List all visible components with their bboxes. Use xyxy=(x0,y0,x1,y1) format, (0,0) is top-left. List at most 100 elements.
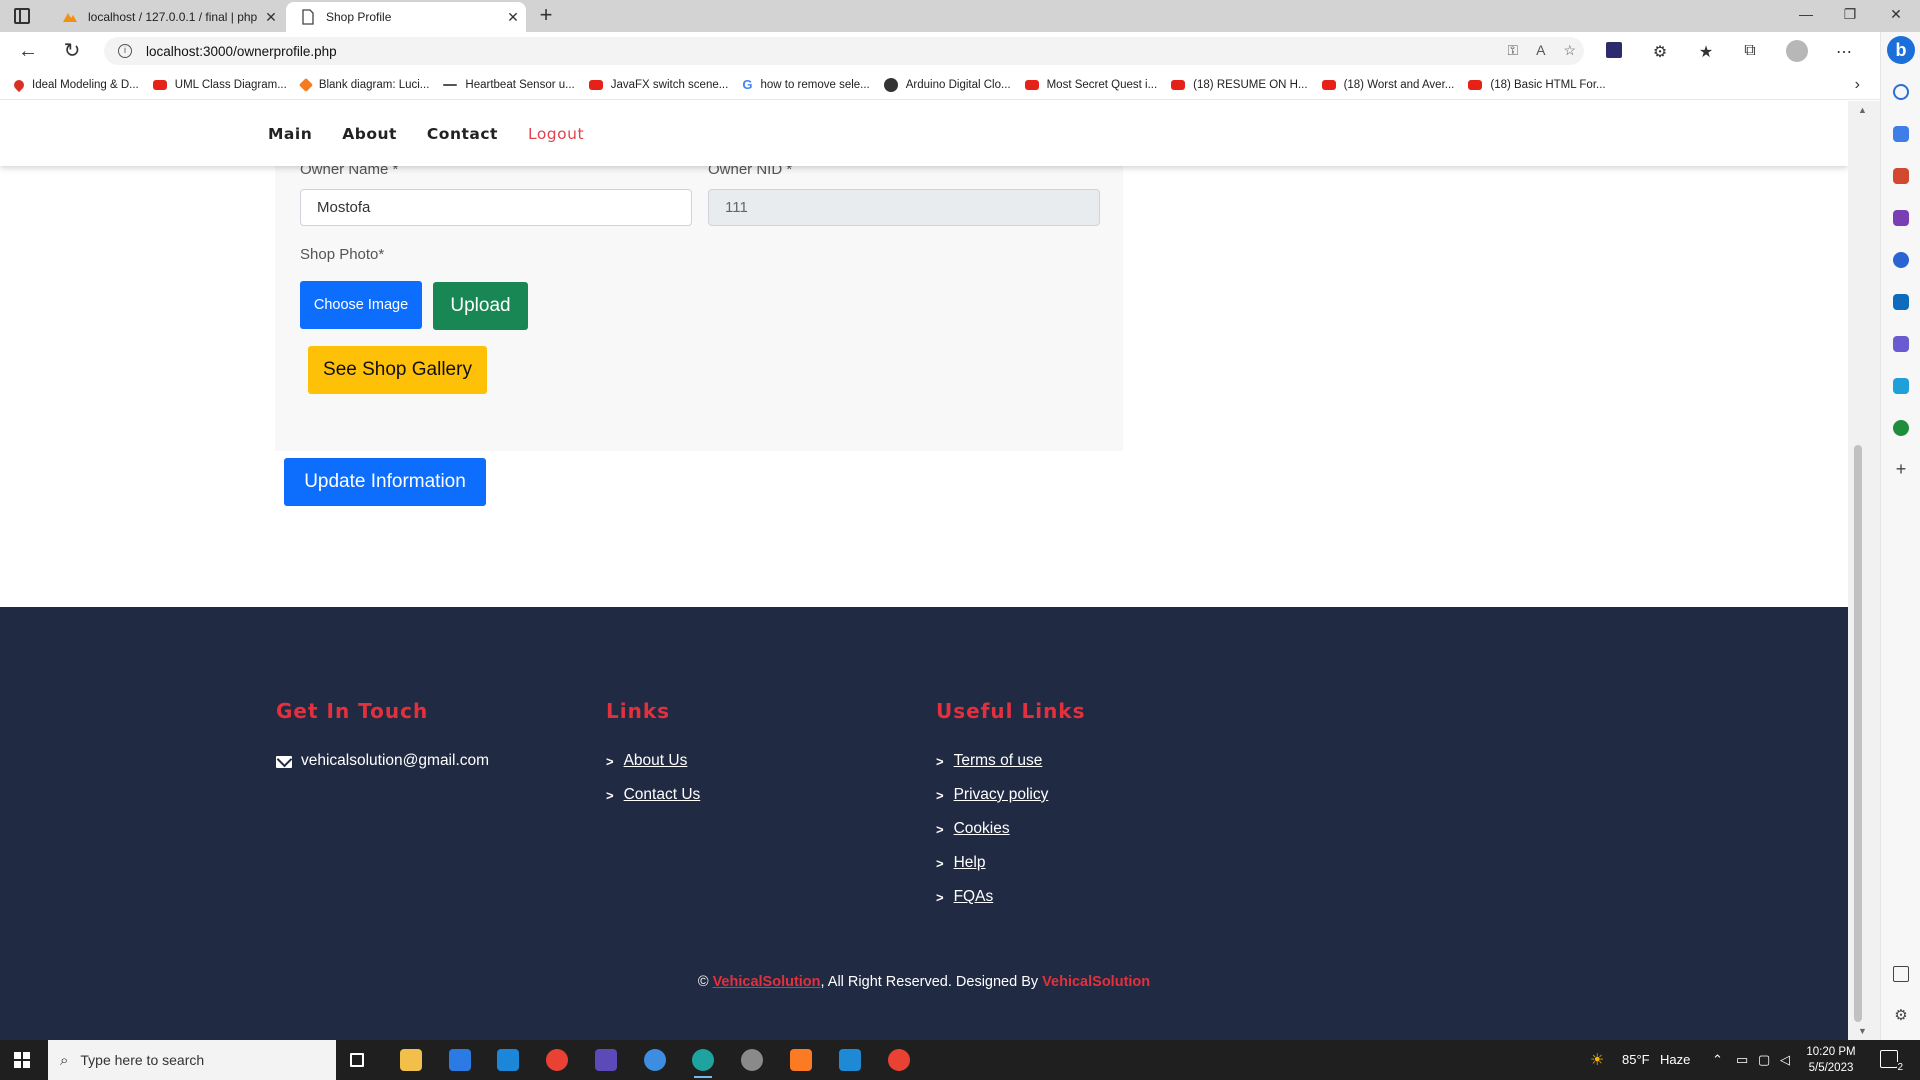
owner-name-input[interactable]: Mostofa xyxy=(300,189,692,226)
bookmark-item[interactable]: Ghow to remove sele... xyxy=(742,77,869,92)
nav-about-link[interactable]: About xyxy=(342,125,397,143)
bookmark-item[interactable]: Ideal Modeling & D... xyxy=(11,77,139,92)
app-icon[interactable] xyxy=(644,1049,666,1071)
profile-avatar-icon[interactable] xyxy=(1786,40,1808,62)
footer-link-label: Terms of use xyxy=(953,752,1043,769)
drop-icon[interactable] xyxy=(1893,378,1909,394)
tree-icon[interactable] xyxy=(1893,420,1909,436)
bookmark-item[interactable]: (18) RESUME ON H... xyxy=(1171,79,1308,91)
restore-button[interactable]: ❐ xyxy=(1830,6,1870,23)
battery-icon[interactable]: ▭ xyxy=(1736,1052,1748,1068)
chrome-icon[interactable] xyxy=(888,1049,910,1071)
see-shop-gallery-button[interactable]: See Shop Gallery xyxy=(308,346,487,394)
footer-link-terms[interactable]: > Terms of use xyxy=(936,752,1042,770)
favorites-icon[interactable]: ★ xyxy=(1696,42,1716,62)
bookmark-label: JavaFX switch scene... xyxy=(610,78,729,91)
copyright-line: © VehicalSolution, All Right Reserved. D… xyxy=(0,974,1848,990)
site-info-icon[interactable]: i xyxy=(118,44,132,58)
refresh-icon[interactable]: ↻ xyxy=(58,38,86,64)
extensions-puzzle-icon[interactable]: ⚙ xyxy=(1650,42,1670,62)
key-icon[interactable]: ⚿ xyxy=(1507,42,1518,59)
footer-link-help[interactable]: > Help xyxy=(936,854,985,872)
nav-main-link[interactable]: Main xyxy=(268,125,312,143)
edge-icon[interactable] xyxy=(692,1049,714,1078)
search-icon[interactable] xyxy=(1893,84,1909,100)
app-icon[interactable] xyxy=(595,1049,617,1071)
chevron-up-icon[interactable]: ⌃ xyxy=(1712,1052,1723,1068)
designer-icon[interactable] xyxy=(1893,336,1909,352)
sidebar-toggle-icon[interactable] xyxy=(1893,966,1909,982)
collections-icon[interactable]: ⧉ xyxy=(1740,42,1760,60)
chevron-right-icon[interactable]: › xyxy=(1855,76,1860,94)
update-information-button[interactable]: Update Information xyxy=(284,458,486,506)
microsoft-365-icon[interactable] xyxy=(1893,252,1909,268)
page-scrollbar[interactable]: ▲ ▼ xyxy=(1848,101,1880,1040)
settings-gear-icon[interactable]: ⚙ xyxy=(1893,1008,1909,1024)
scroll-up-arrow-icon[interactable]: ▲ xyxy=(1858,105,1867,115)
close-window-button[interactable]: ✕ xyxy=(1876,6,1916,23)
url-text: localhost:3000/ownerprofile.php xyxy=(146,43,337,59)
read-aloud-icon[interactable]: A xyxy=(1536,42,1545,59)
xampp-icon[interactable] xyxy=(790,1049,812,1071)
chrome-icon[interactable] xyxy=(546,1049,568,1071)
bookmark-item[interactable]: Arduino Digital Clo... xyxy=(883,77,1011,92)
footer-link-faqs[interactable]: > FQAs xyxy=(936,888,993,906)
brand-link[interactable]: VehicalSolution xyxy=(713,974,821,990)
weather-desc[interactable]: Haze xyxy=(1660,1052,1690,1067)
arduino-icon xyxy=(883,77,898,92)
shopping-tag-icon[interactable] xyxy=(1893,126,1909,142)
nav-contact-link[interactable]: Contact xyxy=(427,125,498,143)
games-chess-icon[interactable] xyxy=(1893,210,1909,226)
file-explorer-icon[interactable] xyxy=(400,1049,422,1071)
scroll-down-arrow-icon[interactable]: ▼ xyxy=(1858,1026,1867,1036)
tab-close-icon[interactable]: ✕ xyxy=(500,9,526,26)
page-viewport: Main About Contact Logout Owner Name * M… xyxy=(0,101,1848,1040)
back-arrow-icon[interactable]: ← xyxy=(14,38,42,64)
vscode-icon[interactable] xyxy=(839,1049,861,1071)
taskbar-search[interactable]: ⌕ Type here to search xyxy=(48,1040,336,1080)
tab-actions-icon[interactable] xyxy=(14,8,30,24)
taskbar-clock[interactable]: 10:20 PM 5/5/2023 xyxy=(1800,1044,1862,1076)
url-field[interactable]: i localhost:3000/ownerprofile.php ⚿ A ☆ xyxy=(104,37,1584,65)
add-icon[interactable]: + xyxy=(1893,460,1909,478)
tools-briefcase-icon[interactable] xyxy=(1893,168,1909,184)
bookmark-item[interactable]: (18) Worst and Aver... xyxy=(1321,79,1454,91)
bookmark-item[interactable]: UML Class Diagram... xyxy=(152,79,287,91)
footer-link-cookies[interactable]: > Cookies xyxy=(936,820,1010,838)
bookmark-item[interactable]: Heartbeat Sensor u... xyxy=(443,79,575,91)
extension-icon[interactable] xyxy=(1606,42,1622,58)
tab-shop-profile[interactable]: Shop Profile ✕ xyxy=(286,2,526,32)
bookmark-item[interactable]: JavaFX switch scene... xyxy=(588,78,729,91)
bing-chat-icon[interactable]: b xyxy=(1887,36,1915,64)
task-view-icon[interactable] xyxy=(350,1053,364,1067)
browser-tab-strip: localhost / 127.0.0.1 / final | php… ✕ S… xyxy=(0,0,1920,32)
notification-icon[interactable]: 2 xyxy=(1880,1050,1903,1073)
footer-link-contact[interactable]: > Contact Us xyxy=(606,786,700,804)
favorite-add-icon[interactable]: ☆ xyxy=(1563,42,1576,59)
nav-logout-link[interactable]: Logout xyxy=(528,125,584,143)
network-icon[interactable]: ▢ xyxy=(1758,1052,1770,1068)
app-icon[interactable] xyxy=(741,1049,763,1071)
volume-icon[interactable]: ◁ xyxy=(1780,1052,1790,1068)
weather-sun-icon[interactable]: ☀ xyxy=(1590,1050,1604,1070)
microsoft-store-icon[interactable] xyxy=(449,1049,471,1071)
bookmark-item[interactable]: (18) Basic HTML For... xyxy=(1468,79,1606,91)
bookmark-item[interactable]: Blank diagram: Luci... xyxy=(298,77,429,92)
weather-temp[interactable]: 85°F xyxy=(1622,1052,1650,1067)
more-menu-icon[interactable]: ⋯ xyxy=(1834,42,1854,62)
mail-icon[interactable] xyxy=(497,1049,519,1071)
minimize-button[interactable]: — xyxy=(1786,6,1826,22)
outlook-icon[interactable] xyxy=(1893,294,1909,310)
windows-start-icon[interactable] xyxy=(14,1052,30,1068)
choose-image-button[interactable]: Choose Image xyxy=(300,281,422,329)
scrollbar-thumb[interactable] xyxy=(1854,445,1862,1022)
shop-photo-label: Shop Photo* xyxy=(300,246,385,263)
tab-close-icon[interactable]: ✕ xyxy=(258,9,284,26)
tab-phpmyadmin[interactable]: localhost / 127.0.0.1 / final | php… ✕ xyxy=(48,2,284,32)
footer-link-privacy[interactable]: > Privacy policy xyxy=(936,786,1048,804)
bookmark-item[interactable]: Most Secret Quest i... xyxy=(1024,79,1157,91)
footer-link-about[interactable]: > About Us xyxy=(606,752,687,770)
new-tab-button[interactable]: + xyxy=(534,4,558,28)
designer-link[interactable]: VehicalSolution xyxy=(1042,974,1150,990)
upload-button[interactable]: Upload xyxy=(433,282,528,330)
